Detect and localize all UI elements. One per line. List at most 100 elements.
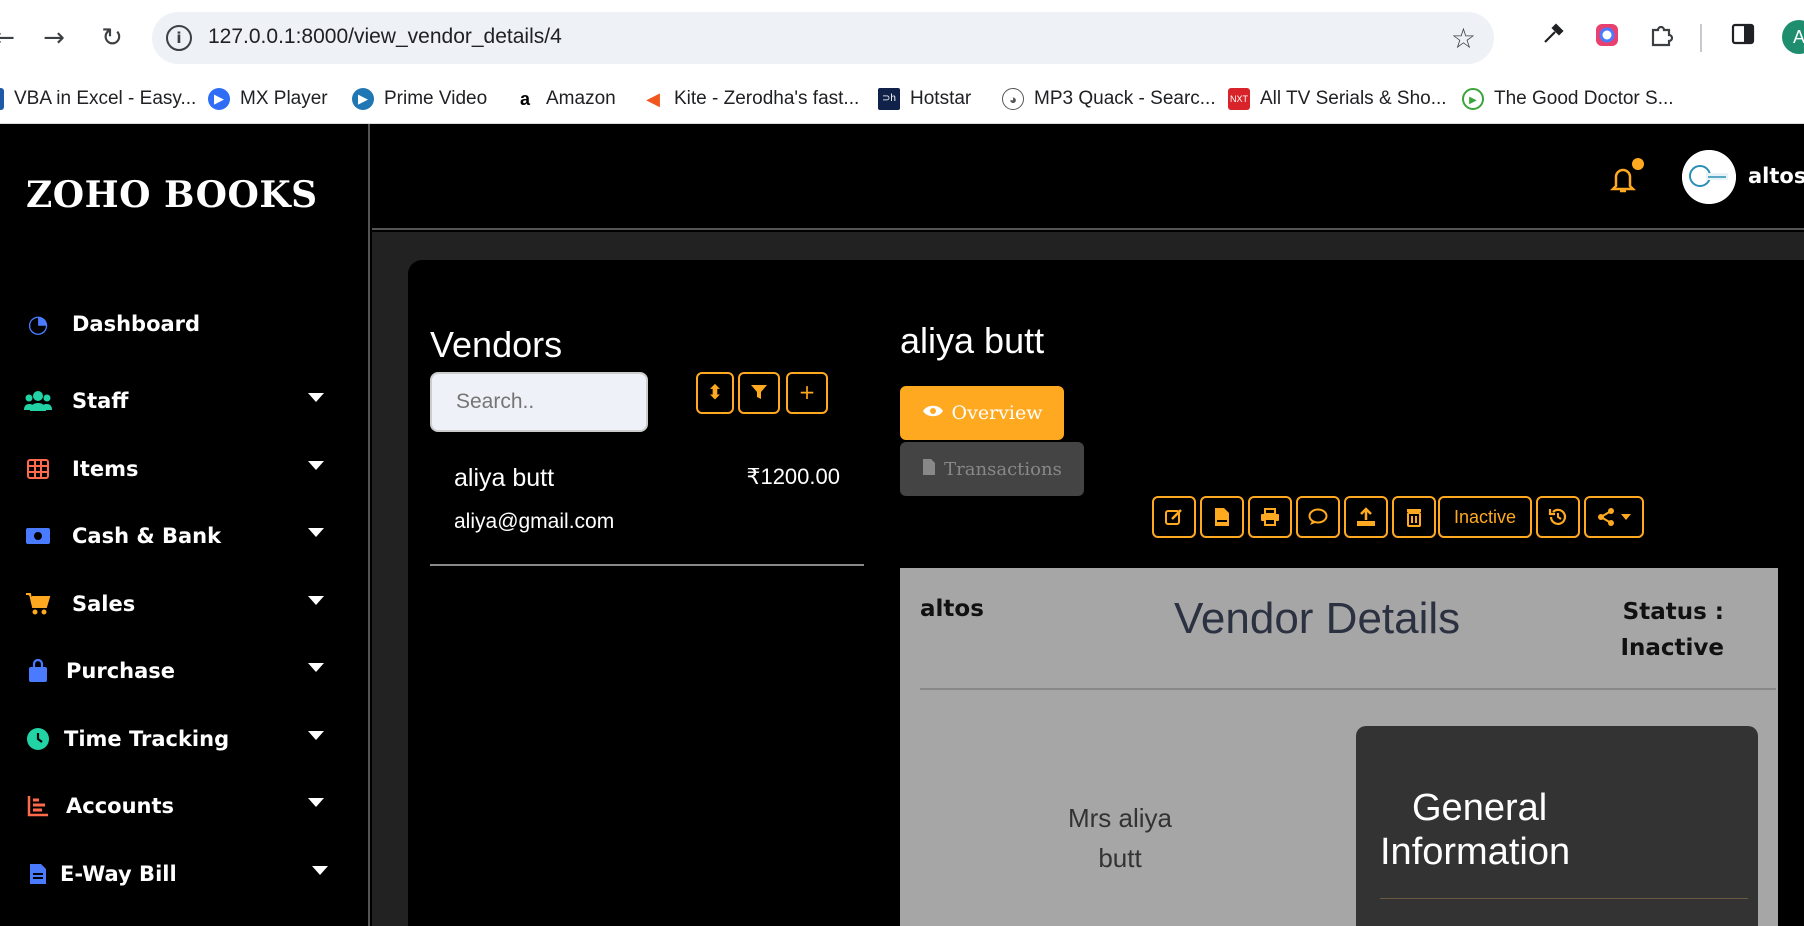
vendor-display-name-line: Mrs aliya — [1067, 803, 1172, 833]
comment-icon — [1308, 508, 1328, 525]
bookmark-star-icon[interactable]: ☆ — [1451, 22, 1476, 55]
file-text-icon — [922, 458, 936, 481]
caret-down-icon — [312, 866, 328, 875]
add-vendor-button[interactable]: + — [786, 372, 828, 414]
sidebar-item-staff[interactable]: Staff — [24, 381, 324, 421]
vendor-name: aliya butt — [454, 464, 555, 492]
heading-line: Information — [1380, 831, 1571, 873]
bookmarks-bar: VBA in Excel - Easy... ▶ MX Player ▶ Prime… — [0, 74, 1804, 124]
bookmark-item[interactable]: VBA in Excel - Easy... — [0, 84, 196, 114]
site-info-icon[interactable]: i — [166, 25, 192, 51]
divider — [1380, 898, 1748, 899]
clock-icon — [24, 725, 52, 753]
sidebar-item-label: Time Tracking — [64, 727, 230, 751]
company-name: altos — [920, 596, 984, 622]
bookmark-item[interactable]: NXT All TV Serials & Sho... — [1228, 84, 1447, 114]
comment-button[interactable] — [1296, 496, 1340, 538]
play-favicon-icon: ▶ — [208, 88, 230, 110]
color-extension-icon[interactable] — [1592, 22, 1622, 52]
bookmark-item[interactable]: ▶ The Good Doctor S... — [1462, 84, 1674, 114]
extensions-puzzle-icon[interactable] — [1646, 22, 1676, 52]
caret-down-icon — [308, 663, 324, 672]
share-icon — [1598, 508, 1614, 526]
share-button[interactable] — [1584, 496, 1644, 538]
bookmark-favicon-icon — [0, 88, 4, 110]
brand-logo[interactable]: ZOHO BOOKS — [26, 174, 318, 216]
general-information-heading: General Information — [1380, 786, 1570, 874]
filter-icon[interactable] — [738, 372, 780, 414]
transactions-label: Transactions — [944, 458, 1062, 480]
money-icon — [24, 522, 52, 550]
address-bar[interactable]: i 127.0.0.1:8000/view_vendor_details/4 ☆ — [152, 12, 1494, 64]
delete-button[interactable] — [1392, 496, 1436, 538]
file-pdf-icon — [1215, 508, 1229, 526]
sort-icon[interactable]: ⬍ — [696, 372, 734, 414]
caret-down-icon — [308, 798, 324, 807]
bookmark-item[interactable]: ⊃h Hotstar — [878, 84, 971, 114]
sidebar-item-label: Cash & Bank — [72, 524, 222, 548]
list-item[interactable]: aliya butt ₹1200.00 aliya@gmail.com — [430, 446, 864, 566]
vendor-email: aliya@gmail.com — [454, 510, 615, 533]
bookmark-item[interactable]: ▶ MX Player — [208, 84, 328, 114]
tv-favicon-icon: NXT — [1228, 88, 1250, 110]
bookmark-item[interactable]: ▶ Prime Video — [352, 84, 487, 114]
vendor-details-card: altos Vendor Details Status : Inactive M… — [900, 568, 1778, 926]
sidebar-item-items[interactable]: Items — [24, 449, 324, 489]
sidebar-item-label: Sales — [72, 592, 136, 616]
browser-chrome: ← → ↻ i 127.0.0.1:8000/view_vendor_detai… — [0, 0, 1804, 124]
upload-button[interactable] — [1344, 496, 1388, 538]
history-button[interactable] — [1536, 496, 1580, 538]
general-information-card: General Information — [1356, 726, 1758, 926]
side-panel-icon[interactable] — [1728, 22, 1758, 52]
sidebar-item-cash-bank[interactable]: Cash & Bank — [24, 516, 324, 556]
status-block: Status : Inactive — [1620, 594, 1724, 666]
back-arrow-icon[interactable]: ← — [0, 20, 22, 56]
history-icon — [1548, 508, 1567, 525]
vendor-balance: ₹1200.00 — [746, 464, 840, 489]
vendor-display-name: Mrs aliya butt — [1040, 798, 1200, 878]
url-text[interactable]: 127.0.0.1:8000/view_vendor_details/4 — [208, 25, 562, 49]
kite-favicon-icon: ◀ — [642, 88, 664, 110]
bookmark-item[interactable]: a Amazon — [514, 84, 616, 114]
bookmark-label: MX Player — [240, 88, 328, 109]
browser-toolbar: ← → ↻ i 127.0.0.1:8000/view_vendor_detai… — [0, 0, 1804, 74]
transactions-button[interactable]: Transactions — [900, 442, 1084, 496]
trash-icon — [1407, 509, 1421, 527]
bookmark-label: Amazon — [546, 88, 616, 109]
overview-label: Overview — [951, 402, 1043, 424]
sidebar-item-dashboard[interactable]: ◔ Dashboard — [24, 304, 324, 344]
heading-line: General — [1412, 787, 1548, 829]
profile-avatar[interactable]: A — [1782, 20, 1804, 54]
edit-button[interactable] — [1152, 496, 1196, 538]
inactive-toggle-button[interactable]: Inactive — [1438, 496, 1532, 538]
pdf-button[interactable] — [1200, 496, 1244, 538]
card-title: Vendor Details — [1174, 594, 1461, 643]
print-button[interactable] — [1248, 496, 1292, 538]
gauge-icon: ◔ — [27, 310, 49, 338]
bell-icon[interactable] — [1608, 164, 1638, 202]
table-icon — [24, 455, 52, 483]
bookmark-label: Kite - Zerodha's fast... — [674, 88, 860, 109]
caret-down-icon — [308, 461, 324, 470]
sidebar-item-label: Staff — [72, 389, 129, 413]
sidebar-item-accounts[interactable]: Accounts — [24, 786, 324, 826]
eyedropper-icon[interactable] — [1538, 22, 1568, 52]
sidebar-item-eway-bill[interactable]: E-Way Bill — [24, 854, 328, 894]
print-icon — [1261, 508, 1279, 526]
forward-arrow-icon[interactable]: → — [36, 20, 72, 56]
bookmark-item[interactable]: ◀ Kite - Zerodha's fast... — [642, 84, 859, 114]
reload-icon[interactable]: ↻ — [94, 20, 130, 56]
app-topbar — [372, 124, 1804, 230]
sidebar-item-sales[interactable]: Sales — [24, 584, 324, 624]
overview-button[interactable]: Overview — [900, 386, 1064, 440]
bookmark-item[interactable]: ◕ MP3 Quack - Searc... — [1002, 84, 1216, 114]
user-name[interactable]: altos — [1748, 164, 1804, 188]
search-input[interactable] — [430, 372, 648, 432]
users-icon — [24, 387, 52, 415]
sidebar-item-purchase[interactable]: Purchase — [24, 651, 324, 691]
bookmark-label: MP3 Quack - Searc... — [1034, 88, 1216, 109]
sidebar-item-time-tracking[interactable]: Time Tracking — [24, 719, 324, 759]
caret-down-icon — [308, 528, 324, 537]
avatar[interactable] — [1682, 150, 1736, 204]
bookmark-label: Hotstar — [910, 88, 972, 109]
